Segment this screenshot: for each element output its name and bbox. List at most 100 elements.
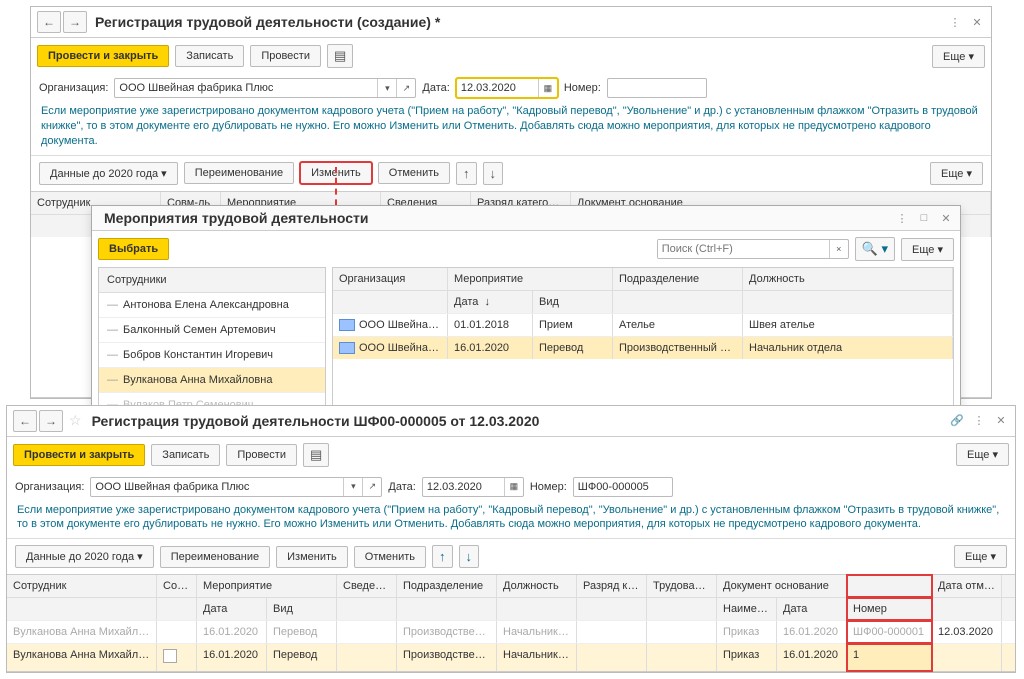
col-event[interactable]: Мероприятие xyxy=(197,575,337,597)
nav-back[interactable]: ← xyxy=(37,11,61,33)
move-up-button[interactable]: ↑ xyxy=(456,162,477,185)
col-details[interactable]: Сведения xyxy=(337,575,397,597)
close-icon[interactable]: ✕ xyxy=(993,413,1009,429)
org-combo[interactable]: ООО Швейная фабрика Плюс ▾ ↗ xyxy=(114,78,416,98)
calendar-icon[interactable]: ▦ xyxy=(538,79,557,97)
sub-more-button[interactable]: Еще ▾ xyxy=(954,545,1007,568)
nav-back[interactable]: ← xyxy=(13,410,37,432)
col-department[interactable]: Подразделение xyxy=(397,575,497,597)
col-dt[interactable]: Дата xyxy=(777,598,847,620)
events-table: Сотрудник Совм-ль Мероприятие Сведения П… xyxy=(7,574,1015,672)
cancel-button[interactable]: Отменить xyxy=(378,162,450,184)
search-input[interactable]: × xyxy=(657,239,849,259)
col-no[interactable]: Номер xyxy=(847,598,932,620)
table-row[interactable]: Вулканова Анна Михайловна 16.01.2020 Пер… xyxy=(7,643,1015,671)
col-org[interactable]: Организация xyxy=(333,268,448,290)
date-label: Дата: xyxy=(422,82,449,94)
more-button[interactable]: Еще ▾ xyxy=(956,443,1009,466)
post-button[interactable]: Провести xyxy=(250,45,321,67)
clear-icon[interactable]: × xyxy=(829,240,848,258)
org-label: Организация: xyxy=(39,82,108,94)
popup-close-icon[interactable]: ✕ xyxy=(938,210,954,226)
window-title: Регистрация трудовой деятельности ШФ00-0… xyxy=(92,413,949,429)
post-button[interactable]: Провести xyxy=(226,444,297,466)
popup-title: Мероприятия трудовой деятельности xyxy=(104,210,894,226)
org-combo[interactable]: ООО Швейная фабрика Плюс ▾ ↗ xyxy=(90,477,382,497)
checkbox[interactable] xyxy=(163,649,177,663)
search-button[interactable]: 🔍 ▾ xyxy=(855,237,895,261)
write-button[interactable]: Записать xyxy=(151,444,220,466)
chevron-down-icon[interactable]: ▾ xyxy=(377,79,396,97)
change-button[interactable]: Изменить xyxy=(300,162,372,184)
list-item[interactable]: Антонова Елена Александровна xyxy=(99,293,325,318)
col-department[interactable]: Подразделение xyxy=(613,268,743,290)
list-item[interactable]: Вулканова Анна Михайловна xyxy=(99,368,325,393)
write-button[interactable]: Записать xyxy=(175,45,244,67)
number-label: Номер: xyxy=(564,82,601,94)
nav-forward[interactable]: → xyxy=(63,11,87,33)
attachments-button[interactable]: ▤ xyxy=(303,443,329,467)
post-close-button[interactable]: Провести и закрыть xyxy=(13,444,145,466)
post-close-button[interactable]: Провести и закрыть xyxy=(37,45,169,67)
col-document[interactable]: Документ основание xyxy=(717,575,847,597)
date-field[interactable]: 12.03.2020 ▦ xyxy=(422,477,524,497)
popup-more-button[interactable]: Еще ▾ xyxy=(901,238,954,261)
sub-toolbar: Данные до 2020 года ▾ Переименование Изм… xyxy=(7,538,1015,574)
number-field[interactable]: ШФ00-000005 xyxy=(573,477,673,497)
rename-button[interactable]: Переименование xyxy=(160,546,270,568)
open-ref-icon[interactable]: ↗ xyxy=(396,79,415,97)
info-text: Если мероприятие уже зарегистрировано до… xyxy=(31,102,991,155)
col-name[interactable]: Наименование xyxy=(717,598,777,620)
move-down-button[interactable]: ↓ xyxy=(483,162,504,185)
employee-list: Сотрудники Антонова Елена Александровна … xyxy=(98,267,326,419)
number-field[interactable] xyxy=(607,78,707,98)
info-text: Если мероприятие уже зарегистрировано до… xyxy=(7,501,1015,539)
list-item[interactable]: Бобров Константин Игоревич xyxy=(99,343,325,368)
data-before-button[interactable]: Данные до 2020 года ▾ xyxy=(15,545,154,568)
change-button[interactable]: Изменить xyxy=(276,546,348,568)
col-cancel-date[interactable]: Дата отмены xyxy=(932,575,1002,597)
data-before-button[interactable]: Данные до 2020 года ▾ xyxy=(39,162,178,185)
main-toolbar: Провести и закрыть Записать Провести ▤ Е… xyxy=(7,437,1015,473)
col-position[interactable]: Должность xyxy=(497,575,577,597)
col-kind[interactable]: Вид xyxy=(533,291,613,313)
col-kind[interactable]: Вид xyxy=(267,598,337,620)
favorite-icon[interactable]: ☆ xyxy=(69,412,82,429)
move-down-button[interactable]: ↓ xyxy=(459,545,480,568)
col-labor-func[interactable]: Трудовая функция xyxy=(647,575,717,597)
popup-maximize-icon[interactable]: □ xyxy=(916,210,932,226)
cancel-button[interactable]: Отменить xyxy=(354,546,426,568)
table-row[interactable]: Вулканова Анна Михайловна 16.01.2020 Пер… xyxy=(7,620,1015,643)
link-icon[interactable]: 🔗 xyxy=(949,413,965,429)
calendar-icon[interactable]: ▦ xyxy=(504,478,523,496)
popup-menu-icon[interactable]: ⋮ xyxy=(894,210,910,226)
col-date[interactable]: Дата xyxy=(197,598,267,620)
col-rank[interactable]: Разряд категория xyxy=(577,575,647,597)
move-up-button[interactable]: ↑ xyxy=(432,545,453,568)
menu-icon[interactable]: ⋮ xyxy=(971,413,987,429)
col-combined[interactable]: Совм-ль xyxy=(157,575,197,597)
date-field[interactable]: 12.03.2020 ▦ xyxy=(456,78,558,98)
chevron-down-icon[interactable]: ▾ xyxy=(343,478,362,496)
attachments-button[interactable]: ▤ xyxy=(327,44,353,68)
col-date[interactable]: Дата ↓ xyxy=(448,291,533,313)
org-icon xyxy=(339,342,355,354)
col-event[interactable]: Мероприятие xyxy=(448,268,613,290)
more-button[interactable]: Еще ▾ xyxy=(932,45,985,68)
col-position[interactable]: Должность xyxy=(743,268,953,290)
table-row[interactable]: ООО Швейная фа... 01.01.2018 Прием Атель… xyxy=(333,313,953,336)
open-ref-icon[interactable]: ↗ xyxy=(362,478,381,496)
popup-events-table: Организация Мероприятие Подразделение До… xyxy=(332,267,954,419)
window-document: ← → ☆ Регистрация трудовой деятельности … xyxy=(6,405,1016,674)
rename-button[interactable]: Переименование xyxy=(184,162,294,184)
nav-forward[interactable]: → xyxy=(39,410,63,432)
col-no[interactable] xyxy=(847,575,932,597)
table-row[interactable]: ООО Швейная фа... 16.01.2020 Перевод Про… xyxy=(333,336,953,359)
close-icon[interactable]: ✕ xyxy=(969,14,985,30)
main-toolbar: Провести и закрыть Записать Провести ▤ Е… xyxy=(31,38,991,74)
list-item[interactable]: Балконный Семен Артемович xyxy=(99,318,325,343)
sub-more-button[interactable]: Еще ▾ xyxy=(930,162,983,185)
select-button[interactable]: Выбрать xyxy=(98,238,169,260)
menu-icon[interactable]: ⋮ xyxy=(947,14,963,30)
col-employee[interactable]: Сотрудник xyxy=(7,575,157,597)
